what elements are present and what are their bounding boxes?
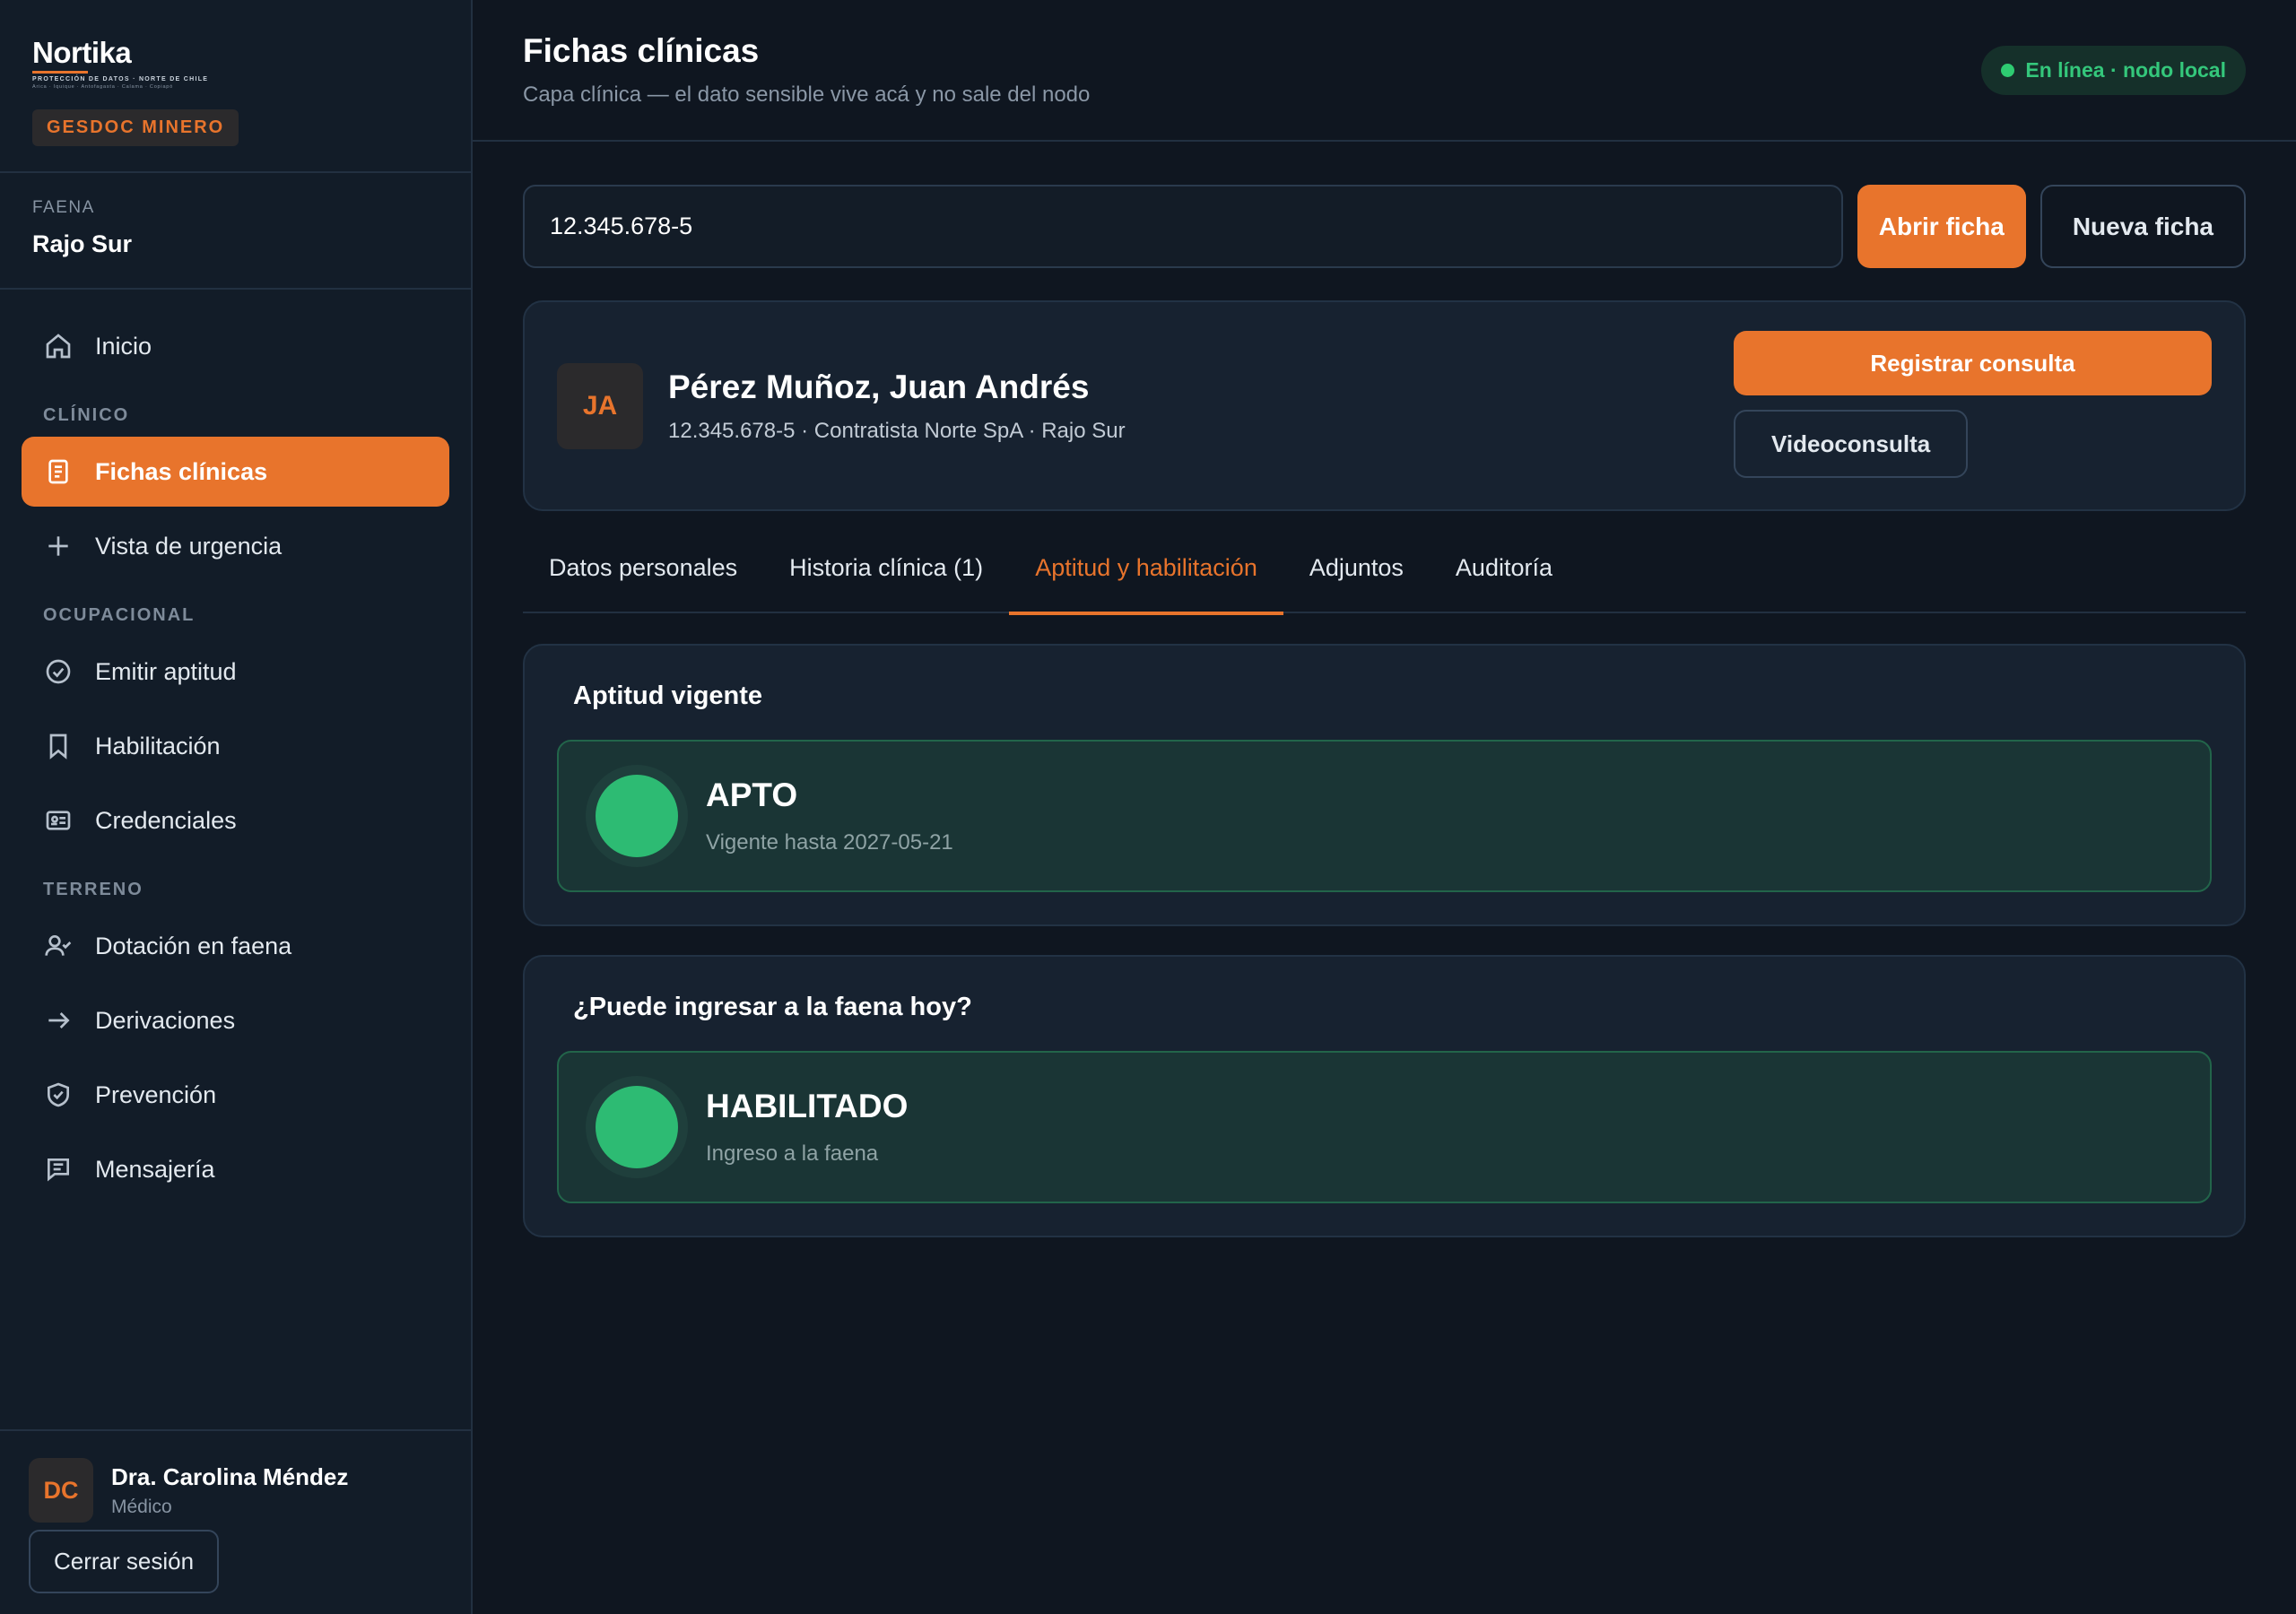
message-icon [43,1154,74,1184]
tab-adjuntos[interactable]: Adjuntos [1283,543,1430,613]
sidebar-item-habilitacion[interactable]: Habilitación [22,711,449,781]
register-consult-button[interactable]: Registrar consulta [1734,331,2212,395]
product-badge: GESDOC MINERO [32,109,239,146]
sidebar: Nortika PROTECCIÓN DE DATOS · NORTE DE C… [0,0,473,1614]
patient-name: Pérez Muñoz, Juan Andrés [668,368,1090,405]
plus-icon [43,531,74,561]
habilitacion-detail: Ingreso a la faena [706,1141,879,1166]
nav-section-ocupacional: OCUPACIONAL [43,605,196,625]
page-header: Fichas clínicas Capa clínica — el dato s… [473,0,2296,142]
sidebar-item-label: Mensajería [95,1155,215,1183]
id-card-icon [43,805,74,836]
habilitacion-status: HABILITADO [706,1088,909,1124]
patient-card: JA Pérez Muñoz, Juan Andrés 12.345.678-5… [523,300,2246,511]
tab-historia-clinica[interactable]: Historia clínica (1) [763,543,1009,613]
sidebar-item-label: Emitir aptitud [95,657,237,685]
check-circle-icon [43,656,74,687]
faena-label: FAENA [32,198,95,217]
patient-avatar: JA [557,362,643,449]
aptitud-status-box: APTO Vigente hasta 2027-05-21 [557,740,2212,892]
sidebar-item-mensajeria[interactable]: Mensajería [22,1134,449,1204]
video-consult-button[interactable]: Videoconsulta [1734,410,1969,478]
nav-section-terreno: TERRENO [43,880,144,899]
user-text: Dra. Carolina Méndez Médico [111,1463,348,1518]
bookmark-icon [43,731,74,761]
main-area: Fichas clínicas Capa clínica — el dato s… [473,0,2296,1614]
new-record-button[interactable]: Nueva ficha [2039,185,2246,268]
user-name: Dra. Carolina Méndez [111,1462,349,1490]
aptitud-detail: Vigente hasta 2027-05-21 [706,830,953,855]
sidebar-item-label: Prevención [95,1080,217,1108]
app-root: Nortika PROTECCIÓN DE DATOS · NORTE DE C… [0,0,2296,1614]
shield-check-icon [43,1080,74,1110]
sidebar-item-label: Derivaciones [95,1006,236,1034]
sidebar-item-label: Habilitación [95,732,221,759]
home-icon [43,331,74,361]
sidebar-item-credenciales[interactable]: Credenciales [22,785,449,855]
aptitud-title: Aptitud vigente [573,681,763,710]
document-icon [43,456,74,487]
nav-section-clinico: CLÍNICO [43,405,130,425]
habilitacion-text: HABILITADO Ingreso a la faena [706,1088,908,1167]
logo-cities: Arica · Iquique · Antofagasta · Calama ·… [32,84,174,90]
sidebar-item-vista-urgencia[interactable]: Vista de urgencia [22,511,449,581]
user-check-icon [43,931,74,961]
sidebar-item-derivaciones[interactable]: Derivaciones [22,985,449,1055]
sidebar-item-prevencion[interactable]: Prevención [22,1060,449,1130]
user-info: DC Dra. Carolina Méndez Médico [29,1458,442,1523]
sidebar-item-label: Fichas clínicas [95,457,268,485]
status-dot-icon [596,775,678,857]
avatar: DC [29,1458,93,1523]
habilitacion-status-box: HABILITADO Ingreso a la faena [557,1051,2212,1203]
patient-meta: 12.345.678-5 · Contratista Norte SpA · R… [668,418,1126,443]
brand-block: Nortika PROTECCIÓN DE DATOS · NORTE DE C… [0,0,471,173]
sidebar-item-emitir-aptitud[interactable]: Emitir aptitud [22,637,449,707]
sidebar-item-label: Dotación en faena [95,932,292,959]
aptitud-status: APTO [706,777,798,813]
aptitud-text: APTO Vigente hasta 2027-05-21 [706,777,953,855]
status-dot-icon [2001,64,2015,77]
sidebar-nav: Inicio CLÍNICO Fichas clínicas Vista de … [0,290,471,1204]
content: Abrir ficha Nueva ficha JA Pérez Muñoz, … [473,142,2296,1237]
arrow-right-icon [43,1005,74,1036]
sidebar-item-label: Credenciales [95,806,237,834]
patient-actions: Registrar consulta Videoconsulta [1734,331,2212,478]
habilitacion-card: ¿Puede ingresar a la faena hoy? HABILITA… [523,955,2246,1237]
user-role: Médico [111,1496,172,1517]
sidebar-item-fichas-clinicas[interactable]: Fichas clínicas [22,437,449,507]
faena-name: Rajo Sur [32,230,133,257]
status-badge: En línea · nodo local [1981,46,2246,95]
aptitud-indicator [586,765,688,867]
tab-auditoria[interactable]: Auditoría [1430,543,1578,613]
user-panel: DC Dra. Carolina Méndez Médico Cerrar se… [0,1429,471,1614]
status-badge-label: En línea · nodo local [2025,58,2226,82]
logout-button[interactable]: Cerrar sesión [29,1530,220,1593]
sidebar-item-dotacion[interactable]: Dotación en faena [22,911,449,981]
status-dot-icon [596,1086,678,1168]
faena-selector[interactable]: FAENA Rajo Sur [0,173,471,290]
tab-datos-personales[interactable]: Datos personales [523,543,763,613]
tab-aptitud-habilitacion[interactable]: Aptitud y habilitación [1009,543,1283,615]
habilitacion-title: ¿Puede ingresar a la faena hoy? [573,993,972,1021]
open-record-button[interactable]: Abrir ficha [1857,185,2026,268]
sidebar-item-label: Vista de urgencia [95,532,283,560]
logo[interactable]: Nortika PROTECCIÓN DE DATOS · NORTE DE C… [32,38,439,90]
search-row: Abrir ficha Nueva ficha [523,185,2246,268]
habilitacion-indicator [586,1076,688,1178]
aptitud-card: Aptitud vigente APTO Vigente hasta 2027-… [523,644,2246,926]
patient-info: Pérez Muñoz, Juan Andrés 12.345.678-5 · … [668,369,1126,444]
rut-search-input[interactable] [523,185,1843,268]
logo-wordmark: Nortika [32,36,132,69]
sidebar-item-inicio[interactable]: Inicio [22,311,449,381]
logo-underline [32,71,88,74]
sidebar-item-label: Inicio [95,332,152,360]
logo-tagline: PROTECCIÓN DE DATOS · NORTE DE CHILE [32,76,209,82]
record-tabs: Datos personales Historia clínica (1) Ap… [523,543,2246,615]
